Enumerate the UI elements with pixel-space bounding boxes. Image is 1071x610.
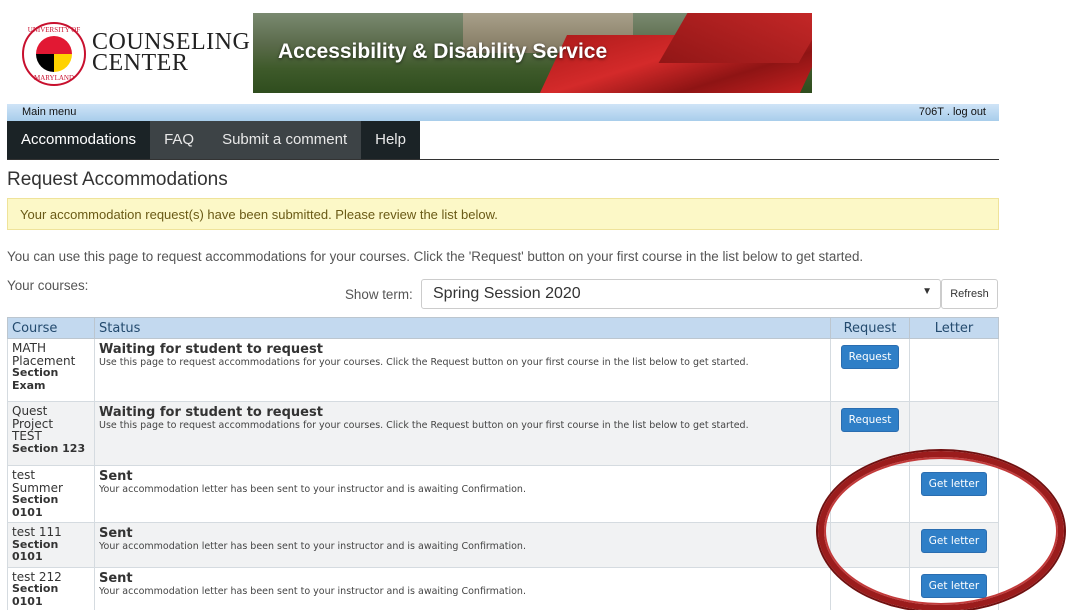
status-cell: Waiting for student to request Use this … — [94, 338, 831, 402]
course-cell: test 111 Section 0101 — [7, 522, 95, 568]
status-heading: Waiting for student to request — [99, 342, 323, 357]
course-cell: MATH Placement Section Exam — [7, 338, 95, 402]
course-cell: test Summer Section 0101 — [7, 465, 95, 523]
status-cell: Sent Your accommodation letter has been … — [94, 522, 831, 568]
status-description: Use this page to request accommodations … — [99, 420, 749, 431]
status-description: Your accommodation letter has been sent … — [99, 585, 526, 597]
counseling-center-logo: COUNSELING CENTER — [92, 30, 250, 76]
course-name: Quest Project TEST — [12, 404, 54, 443]
site-header: UNIVERSITY OF MARYLAND COUNSELING CENTER… — [0, 0, 1071, 100]
course-section: Section 0101 — [12, 537, 59, 563]
intro-text: You can use this page to request accommo… — [7, 249, 864, 264]
refresh-button[interactable]: Refresh — [941, 279, 998, 309]
seal-text-bottom: MARYLAND — [33, 74, 75, 82]
main-menu-bar: Main menu 706T . log out — [7, 104, 999, 121]
status-heading: Sent — [99, 469, 133, 484]
course-name: test 111 — [12, 525, 62, 539]
status-description: Use this page to request accommodations … — [99, 357, 749, 368]
your-courses-label: Your courses: — [7, 278, 89, 293]
header-course: Course — [7, 317, 95, 339]
annotation-oval — [818, 451, 1064, 610]
course-section: Section 0101 — [12, 493, 59, 519]
logo-line-2: CENTER — [92, 50, 189, 76]
nav-divider — [7, 159, 999, 160]
status-description: Your accommodation letter has been sent … — [99, 484, 526, 495]
term-select-value: Spring Session 2020 — [433, 285, 581, 302]
course-section: Section 123 — [12, 441, 86, 455]
success-alert: Your accommodation request(s) have been … — [7, 198, 999, 230]
main-menu-link[interactable]: Main menu — [22, 106, 76, 118]
user-logout-link[interactable]: 706T . log out — [919, 106, 986, 118]
show-term-label: Show term: — [345, 287, 413, 302]
term-select[interactable]: Spring Session 2020 ▼ — [421, 279, 941, 309]
table-row: Quest Project TEST Section 123 Waiting f… — [7, 401, 999, 466]
course-section: Section 0101 — [12, 582, 59, 608]
letter-cell — [909, 338, 999, 402]
course-name: MATH Placement — [12, 341, 76, 368]
request-button[interactable]: Request — [840, 408, 900, 432]
course-section: Section Exam — [12, 366, 59, 392]
header-banner: Accessibility & Disability Service — [253, 13, 812, 93]
caret-down-icon: ▼ — [922, 286, 932, 297]
request-button[interactable]: Request — [840, 345, 900, 369]
course-name: test Summer — [12, 468, 63, 495]
table-row: MATH Placement Section Exam Waiting for … — [7, 338, 999, 402]
primary-nav: Accommodations FAQ Submit a comment Help — [7, 121, 420, 159]
table-header-row: Course Status Request Letter — [7, 317, 999, 339]
status-cell: Waiting for student to request Use this … — [94, 401, 831, 466]
tab-faq[interactable]: FAQ — [150, 121, 209, 159]
header-status: Status — [94, 317, 831, 339]
status-heading: Waiting for student to request — [99, 405, 323, 420]
university-seal-logo: UNIVERSITY OF MARYLAND — [22, 22, 86, 86]
maryland-flag-icon — [36, 36, 72, 72]
request-cell: Request — [830, 338, 910, 402]
status-heading: Sent — [99, 570, 133, 586]
status-cell: Sent Your accommodation letter has been … — [94, 566, 831, 610]
status-cell: Sent Your accommodation letter has been … — [94, 465, 831, 523]
banner-title: Accessibility & Disability Service — [278, 40, 608, 63]
course-cell: test 212 Section 0101 — [7, 566, 95, 610]
header-request: Request — [830, 317, 910, 339]
banner-flowers-image-2 — [658, 13, 812, 63]
status-description: Your accommodation letter has been sent … — [99, 541, 526, 552]
tab-submit-comment[interactable]: Submit a comment — [208, 121, 362, 159]
header-letter: Letter — [909, 317, 999, 339]
course-cell: Quest Project TEST Section 123 — [7, 401, 95, 466]
status-heading: Sent — [99, 526, 133, 541]
seal-text-top: UNIVERSITY OF — [27, 26, 81, 34]
page-title: Request Accommodations — [7, 169, 228, 190]
tab-accommodations[interactable]: Accommodations — [7, 121, 151, 159]
tab-help[interactable]: Help — [361, 121, 420, 159]
